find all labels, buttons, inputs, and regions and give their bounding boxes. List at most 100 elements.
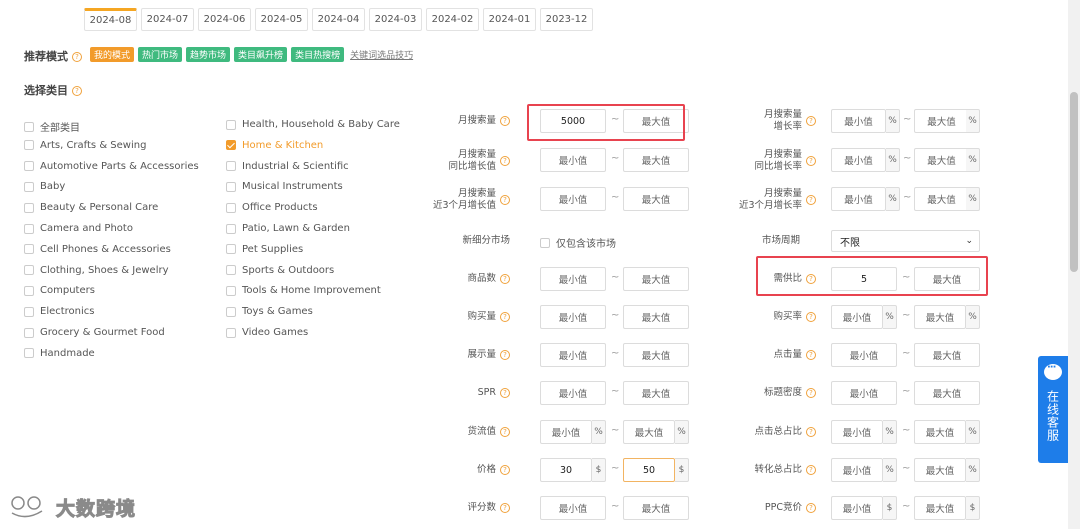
month-chip[interactable]: 2024-08 <box>84 8 137 31</box>
help-icon[interactable]: ? <box>500 465 510 475</box>
purchases-max-input[interactable]: 最大值 <box>623 305 689 329</box>
checkbox[interactable] <box>226 161 236 172</box>
spr-max-input[interactable]: 最大值 <box>623 381 689 405</box>
checkbox[interactable] <box>226 181 236 192</box>
monthly-search-min-input[interactable]: 5000 <box>540 109 606 133</box>
supply-demand-min-input[interactable]: 5 <box>831 267 897 291</box>
checkbox[interactable] <box>24 181 34 192</box>
month-chip[interactable]: 2024-03 <box>369 8 422 31</box>
cargo-value-min-input[interactable]: 最小值 <box>540 420 592 444</box>
help-icon[interactable]: ? <box>806 312 816 322</box>
category-item[interactable]: Sports & Outdoors <box>226 265 334 276</box>
checkbox[interactable] <box>226 140 236 151</box>
tag-hot-market[interactable]: 热门市场 <box>138 47 183 62</box>
month-chip[interactable]: 2024-06 <box>198 8 251 31</box>
title-density-max-input[interactable]: 最大值 <box>914 381 980 405</box>
help-icon[interactable]: ? <box>806 156 816 166</box>
help-icon[interactable]: ? <box>806 274 816 284</box>
checkbox[interactable] <box>24 223 34 234</box>
category-item[interactable]: Musical Instruments <box>226 181 343 192</box>
checkbox[interactable] <box>24 327 34 338</box>
help-icon[interactable]: ? <box>500 156 510 166</box>
checkbox[interactable] <box>226 285 236 296</box>
click-share-min-input[interactable]: 最小值 <box>831 420 883 444</box>
help-icon[interactable]: ? <box>500 350 510 360</box>
new-segment-checkbox[interactable]: 仅包含该市场 <box>540 235 616 250</box>
product-count-max-input[interactable]: 最大值 <box>623 267 689 291</box>
category-item[interactable]: Camera and Photo <box>24 223 133 234</box>
help-icon[interactable]: ? <box>500 427 510 437</box>
month-chip[interactable]: 2024-07 <box>141 8 194 31</box>
category-item[interactable]: Office Products <box>226 202 318 213</box>
yoy-growth-max-input[interactable]: 最大值 <box>623 148 689 172</box>
category-item[interactable]: Cell Phones & Accessories <box>24 244 171 255</box>
help-icon[interactable]: ? <box>72 52 82 62</box>
help-icon[interactable]: ? <box>500 312 510 322</box>
category-item[interactable]: Computers <box>24 285 95 296</box>
monthly-search-growth-rate-max-input[interactable]: 最大值 <box>914 109 969 133</box>
three-month-growth-rate-max-input[interactable]: 最大值 <box>914 187 969 211</box>
checkbox[interactable] <box>226 306 236 317</box>
checkbox[interactable] <box>226 265 236 276</box>
clicks-max-input[interactable]: 最大值 <box>914 343 980 367</box>
help-icon[interactable]: ? <box>806 388 816 398</box>
checkbox[interactable] <box>24 244 34 255</box>
monthly-search-growth-rate-min-input[interactable]: 最小值 <box>831 109 886 133</box>
three-month-growth-max-input[interactable]: 最大值 <box>623 187 689 211</box>
checkbox[interactable] <box>226 202 236 213</box>
checkbox[interactable] <box>24 121 34 132</box>
click-share-max-input[interactable]: 最大值 <box>914 420 966 444</box>
category-item[interactable]: Pet Supplies <box>226 244 303 255</box>
price-min-input[interactable]: 30 <box>540 458 592 482</box>
month-chip[interactable]: 2024-02 <box>426 8 479 31</box>
conversion-share-max-input[interactable]: 最大值 <box>914 458 966 482</box>
checkbox[interactable] <box>226 244 236 255</box>
help-icon[interactable]: ? <box>806 116 816 126</box>
tag-category-hot-search[interactable]: 类目热搜榜 <box>291 47 345 62</box>
help-icon[interactable]: ? <box>806 503 816 513</box>
category-item[interactable]: Clothing, Shoes & Jewelry <box>24 265 169 276</box>
yoy-growth-min-input[interactable]: 最小值 <box>540 148 606 172</box>
yoy-growth-rate-min-input[interactable]: 最小值 <box>831 148 886 172</box>
help-icon[interactable]: ? <box>806 350 816 360</box>
category-item[interactable]: Video Games <box>226 327 308 338</box>
page-scrollbar[interactable] <box>1068 0 1080 529</box>
category-item[interactable]: Handmade <box>24 348 95 359</box>
category-item[interactable]: Baby <box>24 181 65 192</box>
category-item[interactable]: Electronics <box>24 306 95 317</box>
month-chip[interactable]: 2024-05 <box>255 8 308 31</box>
reviews-min-input[interactable]: 最小值 <box>540 496 606 520</box>
category-item[interactable]: Industrial & Scientific <box>226 161 349 172</box>
impressions-min-input[interactable]: 最小值 <box>540 343 606 367</box>
supply-demand-max-input[interactable]: 最大值 <box>914 267 980 291</box>
help-icon[interactable]: ? <box>500 195 510 205</box>
category-item[interactable]: Tools & Home Improvement <box>226 285 381 296</box>
purchases-min-input[interactable]: 最小值 <box>540 305 606 329</box>
scrollbar-thumb[interactable] <box>1070 92 1078 272</box>
help-icon[interactable]: ? <box>500 116 510 126</box>
price-max-input[interactable]: 50 <box>623 458 675 482</box>
month-chip[interactable]: 2023-12 <box>540 8 593 31</box>
tag-my-mode[interactable]: 我的模式 <box>90 47 135 62</box>
category-item[interactable]: Patio, Lawn & Garden <box>226 223 350 234</box>
ppc-min-input[interactable]: 最小值 <box>831 496 883 520</box>
category-item[interactable]: Arts, Crafts & Sewing <box>24 140 146 151</box>
yoy-growth-rate-max-input[interactable]: 最大值 <box>914 148 969 172</box>
checkbox[interactable] <box>24 348 34 359</box>
help-icon[interactable]: ? <box>806 465 816 475</box>
purchase-rate-min-input[interactable]: 最小值 <box>831 305 883 329</box>
category-item[interactable]: Home & Kitchen <box>226 140 323 151</box>
ppc-max-input[interactable]: 最大值 <box>914 496 966 520</box>
help-icon[interactable]: ? <box>806 427 816 437</box>
three-month-growth-rate-min-input[interactable]: 最小值 <box>831 187 886 211</box>
category-item[interactable]: Grocery & Gourmet Food <box>24 327 165 338</box>
cargo-value-max-input[interactable]: 最大值 <box>623 420 675 444</box>
spr-min-input[interactable]: 最小值 <box>540 381 606 405</box>
category-item[interactable]: Toys & Games <box>226 306 313 317</box>
online-support-widget[interactable]: 在线客服 <box>1038 356 1068 463</box>
checkbox[interactable] <box>24 161 34 172</box>
category-item[interactable]: Health, Household & Baby Care <box>226 119 400 130</box>
checkbox[interactable] <box>24 140 34 151</box>
help-icon[interactable]: ? <box>500 388 510 398</box>
help-icon[interactable]: ? <box>806 195 816 205</box>
